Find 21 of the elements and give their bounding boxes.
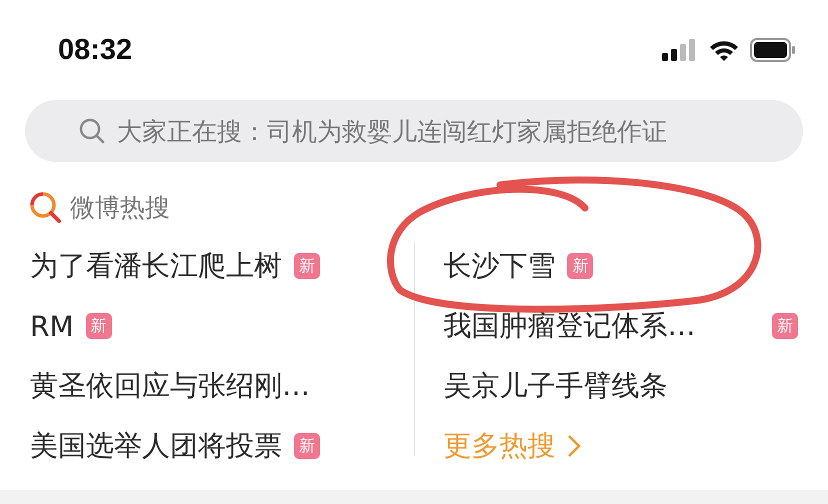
new-badge: 新 <box>772 313 798 339</box>
new-badge: 新 <box>86 313 112 339</box>
hot-search-item[interactable]: 黄圣依回应与张绍刚… <box>30 367 310 405</box>
hot-search-item[interactable]: 长沙下雪 <box>443 247 556 285</box>
hot-search-icon <box>28 190 62 224</box>
status-time: 08:32 <box>58 34 132 66</box>
hot-search-item[interactable]: 美国选举人团将投票 <box>30 427 282 465</box>
battery-icon <box>750 38 796 62</box>
hot-search-item[interactable]: 我国肿瘤登记体系… <box>443 307 696 345</box>
chevron-right-icon <box>567 434 582 458</box>
signal-icon <box>662 39 698 61</box>
search-placeholder: 大家正在搜：司机为救婴儿连闯红灯家属拒绝作证 <box>117 116 667 148</box>
hot-search-item[interactable]: RM <box>30 310 74 342</box>
new-badge: 新 <box>294 253 320 279</box>
hot-search-item[interactable]: 吴京儿子手臂线条 <box>443 367 668 405</box>
hot-search-item[interactable]: 为了看潘长江爬上树 <box>30 247 282 285</box>
new-badge: 新 <box>567 253 594 279</box>
section-title: 微博热搜 <box>70 192 170 224</box>
search-field[interactable]: 大家正在搜：司机为救婴儿连闯红灯家属拒绝作证 <box>25 100 803 162</box>
search-icon <box>79 118 105 144</box>
new-badge: 新 <box>294 433 320 459</box>
